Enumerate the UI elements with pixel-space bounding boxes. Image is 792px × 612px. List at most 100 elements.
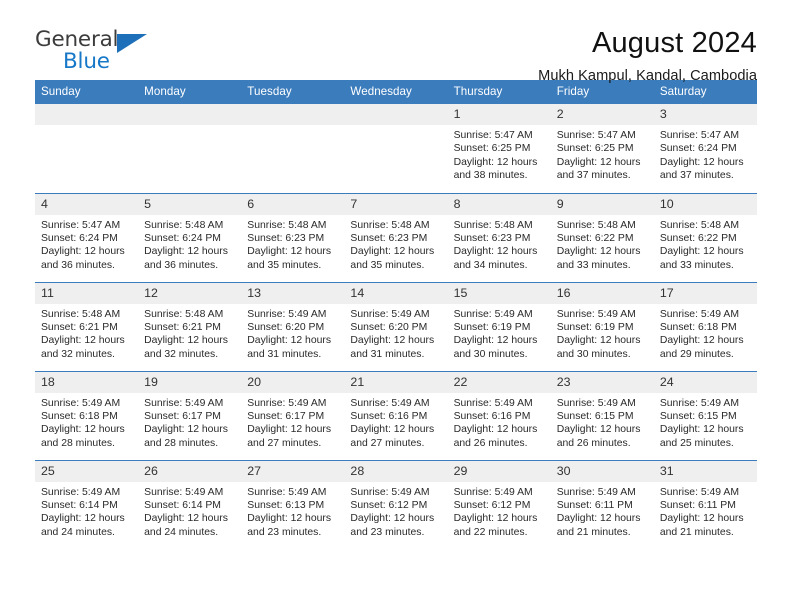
general-blue-logo[interactable]: General Blue (35, 27, 153, 79)
day-details: Sunrise: 5:49 AM Sunset: 6:15 PM Daylight:… (551, 393, 654, 451)
sunrise-text: Sunrise: 5:49 AM (144, 486, 224, 498)
day-details: Sunrise: 5:49 AM Sunset: 6:11 PM Daylight:… (551, 482, 654, 540)
daylight-text-line2: and 22 minutes. (453, 526, 528, 538)
sunset-text: Sunset: 6:25 PM (453, 143, 531, 155)
day-number (138, 104, 242, 125)
calendar-day-cell-empty (344, 104, 448, 193)
day-number: 31 (653, 460, 757, 482)
daylight-text-line2: and 31 minutes. (247, 348, 322, 360)
calendar-day-cell[interactable]: 16 Sunrise: 5:49 AM Sunset: 6:19 PM Dayligh… (550, 281, 654, 371)
day-details: Sunrise: 5:49 AM Sunset: 6:19 PM Daylight:… (448, 304, 551, 362)
calendar-day-cell-empty (241, 104, 345, 193)
calendar-day-cell[interactable]: 7 Sunrise: 5:48 AM Sunset: 6:23 PM Daylight… (344, 192, 448, 282)
calendar-day-cell[interactable]: 10 Sunrise: 5:48 AM Sunset: 6:22 PM Dayligh… (653, 192, 757, 282)
weekday-header-sunday: Sunday (35, 80, 139, 104)
weekday-header-monday: Monday (138, 80, 242, 104)
sunrise-text: Sunrise: 5:49 AM (453, 486, 533, 498)
calendar-day-cell[interactable]: 4 Sunrise: 5:47 AM Sunset: 6:24 PM Daylight… (35, 192, 139, 282)
sunset-text: Sunset: 6:16 PM (350, 410, 428, 422)
calendar-week-row: 4 Sunrise: 5:47 AM Sunset: 6:24 PM Daylight… (35, 192, 757, 282)
calendar-day-cell[interactable]: 6 Sunrise: 5:48 AM Sunset: 6:23 PM Daylight… (241, 192, 345, 282)
daylight-text-line2: and 23 minutes. (247, 526, 322, 538)
calendar-day-cell[interactable]: 23 Sunrise: 5:49 AM Sunset: 6:15 PM Dayligh… (550, 370, 654, 460)
sunset-text: Sunset: 6:24 PM (41, 232, 118, 244)
calendar-day-cell[interactable]: 25 Sunrise: 5:49 AM Sunset: 6:14 PM Dayligh… (35, 459, 139, 549)
daylight-text-line1: Daylight: 12 hours (247, 513, 332, 525)
calendar-day-cell[interactable]: 24 Sunrise: 5:49 AM Sunset: 6:15 PM Dayligh… (653, 370, 757, 460)
calendar-day-cell[interactable]: 29 Sunrise: 5:49 AM Sunset: 6:12 PM Dayligh… (447, 459, 551, 549)
calendar-day-cell[interactable]: 19 Sunrise: 5:49 AM Sunset: 6:17 PM Dayligh… (138, 370, 242, 460)
calendar-day-cell[interactable]: 31 Sunrise: 5:49 AM Sunset: 6:11 PM Dayligh… (653, 459, 757, 549)
day-number: 21 (344, 371, 448, 393)
daylight-text-line2: and 27 minutes. (350, 437, 425, 449)
sunset-text: Sunset: 6:14 PM (41, 499, 118, 511)
calendar-day-cell[interactable]: 15 Sunrise: 5:49 AM Sunset: 6:19 PM Dayligh… (447, 281, 551, 371)
calendar-day-cell[interactable]: 17 Sunrise: 5:49 AM Sunset: 6:18 PM Dayligh… (653, 281, 757, 371)
day-details: Sunrise: 5:49 AM Sunset: 6:19 PM Daylight:… (551, 304, 654, 362)
calendar-day-cell[interactable]: 8 Sunrise: 5:48 AM Sunset: 6:23 PM Daylight… (447, 192, 551, 282)
sunset-text: Sunset: 6:17 PM (247, 410, 325, 422)
calendar-day-cell[interactable]: 21 Sunrise: 5:49 AM Sunset: 6:16 PM Dayligh… (344, 370, 448, 460)
day-details: Sunrise: 5:49 AM Sunset: 6:20 PM Daylight:… (241, 304, 344, 362)
calendar-day-cell[interactable]: 28 Sunrise: 5:49 AM Sunset: 6:12 PM Dayligh… (344, 459, 448, 549)
calendar-day-cell[interactable]: 30 Sunrise: 5:49 AM Sunset: 6:11 PM Dayligh… (550, 459, 654, 549)
logo-triangle-icon (117, 34, 147, 53)
sunset-text: Sunset: 6:11 PM (556, 499, 633, 511)
day-number (344, 104, 448, 125)
calendar-day-cell[interactable]: 26 Sunrise: 5:49 AM Sunset: 6:14 PM Dayligh… (138, 459, 242, 549)
daylight-text-line2: and 24 minutes. (144, 526, 219, 538)
daylight-text-line1: Daylight: 12 hours (247, 246, 332, 258)
calendar-day-cell[interactable]: 11 Sunrise: 5:48 AM Sunset: 6:21 PM Dayligh… (35, 281, 139, 371)
day-number: 30 (550, 460, 654, 482)
day-details: Sunrise: 5:49 AM Sunset: 6:18 PM Daylight:… (35, 393, 138, 451)
daylight-text-line2: and 35 minutes. (247, 259, 322, 271)
day-details: Sunrise: 5:49 AM Sunset: 6:14 PM Daylight:… (35, 482, 138, 540)
daylight-text-line2: and 36 minutes. (144, 259, 219, 271)
day-details: Sunrise: 5:48 AM Sunset: 6:23 PM Daylight:… (241, 215, 344, 273)
calendar-day-cell[interactable]: 27 Sunrise: 5:49 AM Sunset: 6:13 PM Dayligh… (241, 459, 345, 549)
daylight-text-line1: Daylight: 12 hours (556, 513, 641, 525)
day-details: Sunrise: 5:47 AM Sunset: 6:25 PM Daylight:… (448, 125, 551, 183)
calendar-day-cell[interactable]: 20 Sunrise: 5:49 AM Sunset: 6:17 PM Dayligh… (241, 370, 345, 460)
sunset-text: Sunset: 6:14 PM (144, 499, 221, 511)
day-number: 24 (653, 371, 757, 393)
sunset-text: Sunset: 6:18 PM (41, 410, 118, 422)
sunrise-text: Sunrise: 5:48 AM (247, 219, 327, 231)
sunrise-text: Sunrise: 5:48 AM (41, 308, 121, 320)
sunset-text: Sunset: 6:24 PM (659, 143, 737, 155)
day-details: Sunrise: 5:49 AM Sunset: 6:18 PM Daylight:… (654, 304, 757, 362)
sunset-text: Sunset: 6:16 PM (453, 410, 531, 422)
calendar-day-cell[interactable]: 3 Sunrise: 5:47 AM Sunset: 6:24 PM Daylight… (653, 104, 757, 193)
day-number (241, 104, 345, 125)
sunrise-text: Sunrise: 5:49 AM (41, 397, 121, 409)
daylight-text-line1: Daylight: 12 hours (556, 246, 641, 258)
page-title: August 2024 (591, 27, 757, 59)
day-details: Sunrise: 5:49 AM Sunset: 6:12 PM Daylight:… (344, 482, 447, 540)
calendar-day-cell[interactable]: 13 Sunrise: 5:49 AM Sunset: 6:20 PM Dayligh… (241, 281, 345, 371)
daylight-text-line2: and 34 minutes. (453, 259, 528, 271)
calendar-day-cell[interactable]: 12 Sunrise: 5:48 AM Sunset: 6:21 PM Dayligh… (138, 281, 242, 371)
daylight-text-line1: Daylight: 12 hours (350, 246, 435, 258)
calendar-day-cell[interactable]: 5 Sunrise: 5:48 AM Sunset: 6:24 PM Daylight… (138, 192, 242, 282)
calendar-day-cell[interactable]: 9 Sunrise: 5:48 AM Sunset: 6:22 PM Daylight… (550, 192, 654, 282)
calendar-day-cell[interactable]: 2 Sunrise: 5:47 AM Sunset: 6:25 PM Daylight… (550, 104, 654, 193)
day-details: Sunrise: 5:49 AM Sunset: 6:17 PM Daylight:… (138, 393, 241, 451)
calendar-day-cell[interactable]: 18 Sunrise: 5:49 AM Sunset: 6:18 PM Dayligh… (35, 370, 139, 460)
daylight-text-line2: and 21 minutes. (556, 526, 631, 538)
daylight-text-line1: Daylight: 12 hours (453, 335, 538, 347)
title-block: August 2024 Mukh Kampul, Kandal, Cambodi… (538, 27, 757, 84)
sunset-text: Sunset: 6:20 PM (247, 321, 325, 333)
day-details: Sunrise: 5:49 AM Sunset: 6:12 PM Daylight:… (448, 482, 551, 540)
calendar-day-cell-empty (138, 104, 242, 193)
sunset-text: Sunset: 6:19 PM (453, 321, 531, 333)
calendar-day-cell[interactable]: 1 Sunrise: 5:47 AM Sunset: 6:25 PM Daylight… (447, 104, 551, 193)
day-number: 1 (447, 104, 551, 125)
daylight-text-line2: and 33 minutes. (659, 259, 734, 271)
day-details: Sunrise: 5:49 AM Sunset: 6:16 PM Daylight:… (344, 393, 447, 451)
calendar-day-cell[interactable]: 14 Sunrise: 5:49 AM Sunset: 6:20 PM Dayligh… (344, 281, 448, 371)
daylight-text-line2: and 27 minutes. (247, 437, 322, 449)
calendar-day-cell[interactable]: 22 Sunrise: 5:49 AM Sunset: 6:16 PM Dayligh… (447, 370, 551, 460)
day-number: 22 (447, 371, 551, 393)
day-details: Sunrise: 5:48 AM Sunset: 6:23 PM Daylight:… (448, 215, 551, 273)
daylight-text-line2: and 38 minutes. (453, 170, 528, 182)
